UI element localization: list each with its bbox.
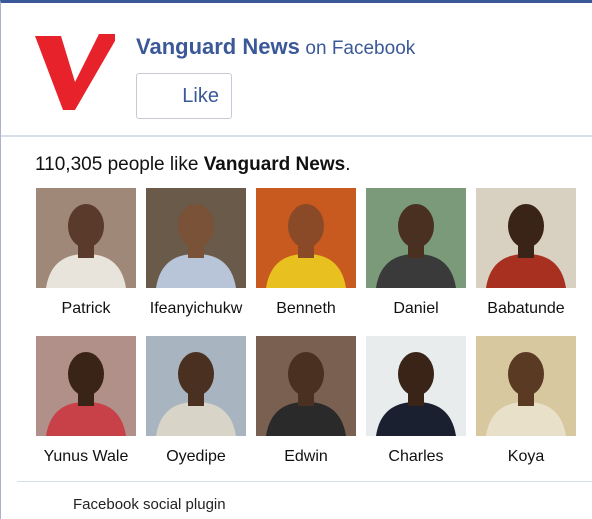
page-title-row: Vanguard News on Facebook [136, 34, 415, 60]
fan-avatar-image [266, 204, 346, 288]
fan-avatar-image [156, 204, 236, 288]
like-button[interactable]: Like [136, 73, 232, 119]
fan-avatar-image [156, 352, 236, 436]
fan-name[interactable]: Charles [361, 448, 471, 466]
facebook-like-box: Vanguard News on Facebook Like 110,305 p… [0, 0, 592, 519]
fan-name[interactable]: Edwin [251, 448, 361, 466]
fan-avatar[interactable] [366, 336, 466, 436]
fan-avatar-image [376, 352, 456, 436]
page-name-link[interactable]: Vanguard News [136, 34, 300, 59]
fan-avatar-image [486, 204, 566, 288]
likes-count: 110,305 [35, 154, 103, 175]
fan-item[interactable]: Oyedipe [141, 336, 251, 466]
social-plugin-footer[interactable]: Facebook social plugin [73, 496, 226, 513]
fan-item[interactable]: Charles [361, 336, 471, 466]
fan-name[interactable]: Ifeanyichukw [141, 300, 251, 318]
fan-name[interactable]: Babatunde [471, 300, 581, 318]
fan-avatar[interactable] [146, 336, 246, 436]
fan-item[interactable]: Ifeanyichukw [141, 188, 251, 318]
fan-name[interactable]: Yunus Wale [31, 448, 141, 466]
fan-item[interactable]: Daniel [361, 188, 471, 318]
fan-item[interactable]: Benneth [251, 188, 361, 318]
fan-avatar[interactable] [36, 188, 136, 288]
fan-item[interactable]: Yunus Wale [31, 336, 141, 466]
footer-text: Facebook social plugin [73, 496, 226, 513]
fan-avatar-image [376, 204, 456, 288]
likes-end-text: . [345, 154, 351, 175]
fan-avatar-image [46, 352, 126, 436]
fan-avatar-image [266, 352, 346, 436]
fan-name[interactable]: Koya [471, 448, 581, 466]
like-button-label: Like [182, 84, 219, 107]
fan-item[interactable]: Koya [471, 336, 581, 466]
fan-item[interactable]: Babatunde [471, 188, 581, 318]
vanguard-logo[interactable] [35, 30, 115, 110]
fan-avatar[interactable] [146, 188, 246, 288]
fan-avatar[interactable] [476, 188, 576, 288]
likes-middle-text: people like [107, 154, 199, 175]
like-box-header: Vanguard News on Facebook Like [1, 3, 592, 137]
fan-name[interactable]: Oyedipe [141, 448, 251, 466]
fan-name[interactable]: Daniel [361, 300, 471, 318]
fan-item[interactable]: Edwin [251, 336, 361, 466]
footer-divider [17, 481, 592, 482]
likes-summary: 110,305 people like Vanguard News. [35, 154, 350, 176]
fan-avatar-image [486, 352, 566, 436]
fan-avatar[interactable] [256, 188, 356, 288]
fan-avatar[interactable] [36, 336, 136, 436]
fan-avatar-image [46, 204, 126, 288]
likes-page-name[interactable]: Vanguard News [204, 154, 346, 175]
fan-name[interactable]: Patrick [31, 300, 141, 318]
fan-avatar[interactable] [476, 336, 576, 436]
fan-avatar[interactable] [366, 188, 466, 288]
fan-avatar[interactable] [256, 336, 356, 436]
on-facebook-link[interactable]: on Facebook [305, 38, 415, 59]
fan-item[interactable]: Patrick [31, 188, 141, 318]
fan-name[interactable]: Benneth [251, 300, 361, 318]
